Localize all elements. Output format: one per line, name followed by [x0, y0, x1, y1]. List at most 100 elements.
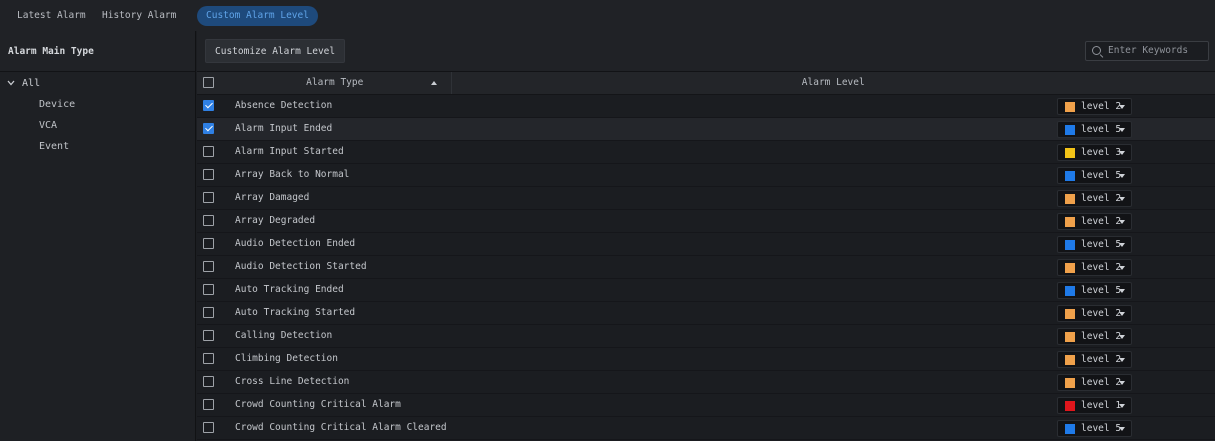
- level-value: level 5: [1081, 169, 1122, 181]
- alarm-type-cell: Alarm Input Ended: [235, 123, 333, 134]
- row-check-cell: [197, 232, 219, 255]
- table-row[interactable]: Array Damaged level 2: [197, 186, 1215, 209]
- dropdown-arrow-icon: [1119, 426, 1125, 431]
- row-checkbox[interactable]: [202, 375, 214, 387]
- dropdown-arrow-icon: [1119, 265, 1125, 270]
- row-checkbox[interactable]: [202, 260, 214, 272]
- level-select[interactable]: level 5: [1057, 419, 1132, 437]
- level-value: level 5: [1081, 284, 1122, 296]
- chevron-down-icon[interactable]: [7, 74, 16, 94]
- alarm-type-cell: Auto Tracking Ended: [235, 284, 344, 295]
- row-checkbox[interactable]: [202, 168, 214, 180]
- select-all-checkbox[interactable]: [202, 77, 214, 89]
- search-input[interactable]: Enter Keywords: [1085, 41, 1209, 61]
- level-select[interactable]: level 5: [1057, 235, 1132, 253]
- row-checkbox[interactable]: [202, 421, 214, 433]
- table-row[interactable]: Calling Detection level 2: [197, 324, 1215, 347]
- level-select[interactable]: level 2: [1057, 258, 1132, 276]
- level-select[interactable]: level 5: [1057, 281, 1132, 299]
- level-value: level 2: [1081, 100, 1122, 112]
- table-row[interactable]: Climbing Detection level 2: [197, 347, 1215, 370]
- row-checkbox[interactable]: [202, 145, 214, 157]
- table-row[interactable]: Audio Detection Started level 2: [197, 255, 1215, 278]
- row-checkbox[interactable]: [202, 283, 214, 295]
- level-select[interactable]: level 2: [1057, 97, 1132, 115]
- tree-node-all[interactable]: All: [0, 74, 195, 94]
- tree-node-device[interactable]: Device: [0, 94, 195, 115]
- level-select[interactable]: level 5: [1057, 120, 1132, 138]
- row-checkbox[interactable]: [202, 191, 214, 203]
- alarm-level-cell: level 5: [451, 278, 1215, 301]
- table-row[interactable]: Absence Detection level 2: [197, 94, 1215, 117]
- row-check-cell: [197, 347, 219, 370]
- alarm-level-cell: level 1: [451, 393, 1215, 416]
- table-row[interactable]: Alarm Input Started level 3: [197, 140, 1215, 163]
- level-select[interactable]: level 5: [1057, 166, 1132, 184]
- row-checkbox[interactable]: [202, 398, 214, 410]
- tree-node-label: All: [22, 78, 41, 89]
- alarm-type-cell: Climbing Detection: [235, 353, 338, 364]
- tab-custom-alarm-level[interactable]: Custom Alarm Level: [197, 6, 318, 26]
- dropdown-arrow-icon: [1119, 311, 1125, 316]
- table-row[interactable]: Cross Line Detection level 2: [197, 370, 1215, 393]
- row-checkbox[interactable]: [202, 306, 214, 318]
- alarm-level-table: Alarm Type Alarm Level Absence Detection…: [197, 72, 1215, 440]
- table-header: Alarm Type Alarm Level: [197, 72, 1215, 95]
- customize-alarm-level-button[interactable]: Customize Alarm Level: [205, 39, 346, 63]
- sort-ascending-icon[interactable]: [430, 81, 437, 85]
- row-checkbox[interactable]: [202, 237, 214, 249]
- alarm-level-cell: level 5: [451, 163, 1215, 186]
- row-checkbox[interactable]: [202, 352, 214, 364]
- row-checkbox[interactable]: [202, 214, 214, 226]
- row-check-cell: [197, 117, 219, 140]
- level-value: level 2: [1081, 307, 1122, 319]
- table-row[interactable]: Array Degraded level 2: [197, 209, 1215, 232]
- table-row[interactable]: Audio Detection Ended level 5: [197, 232, 1215, 255]
- level-select[interactable]: level 1: [1057, 396, 1132, 414]
- level-select[interactable]: level 2: [1057, 327, 1132, 345]
- table-row[interactable]: Auto Tracking Started level 2: [197, 301, 1215, 324]
- level-value: level 2: [1081, 261, 1122, 273]
- table-row[interactable]: Crowd Counting Critical Alarm level 1: [197, 393, 1215, 416]
- level-color-swatch: [1065, 170, 1075, 181]
- level-color-swatch: [1065, 400, 1075, 411]
- panel-title: Alarm Main Type: [0, 31, 195, 72]
- dropdown-arrow-icon: [1119, 334, 1125, 339]
- table-row[interactable]: Crowd Counting Critical Alarm Cleared lev…: [197, 416, 1215, 439]
- row-check-cell: [197, 301, 219, 324]
- level-select[interactable]: level 2: [1057, 304, 1132, 322]
- level-select[interactable]: level 2: [1057, 189, 1132, 207]
- row-check-cell: [197, 140, 219, 163]
- tree-node-vca[interactable]: VCA: [0, 115, 195, 136]
- alarm-level-cell: level 2: [451, 370, 1215, 393]
- level-select[interactable]: level 2: [1057, 350, 1132, 368]
- tree-node-event[interactable]: Event: [0, 136, 195, 157]
- row-checkbox[interactable]: [202, 329, 214, 341]
- table-row[interactable]: Auto Tracking Ended level 5: [197, 278, 1215, 301]
- row-checkbox[interactable]: [202, 99, 214, 111]
- level-color-swatch: [1065, 423, 1075, 434]
- row-check-cell: [197, 393, 219, 416]
- alarm-type-cell: Auto Tracking Started: [235, 307, 356, 318]
- row-checkbox[interactable]: [202, 122, 214, 134]
- alarm-level-cell: level 2: [451, 301, 1215, 324]
- tab-latest-alarm[interactable]: Latest Alarm: [8, 6, 95, 26]
- tab-history-alarm[interactable]: History Alarm: [93, 6, 185, 26]
- dropdown-arrow-icon: [1119, 403, 1125, 408]
- level-color-swatch: [1065, 216, 1075, 227]
- tab-bar: Latest Alarm History Alarm Custom Alarm …: [0, 0, 1215, 31]
- table-row[interactable]: Alarm Input Ended level 5: [197, 117, 1215, 140]
- alarm-type-header[interactable]: Alarm Type: [219, 72, 452, 95]
- dropdown-arrow-icon: [1119, 288, 1125, 293]
- row-check-cell: [197, 186, 219, 209]
- level-value: level 1: [1081, 399, 1122, 411]
- level-select[interactable]: level 2: [1057, 212, 1132, 230]
- toolbar: Customize Alarm Level Enter Keywords: [197, 31, 1215, 72]
- alarm-level-cell: level 5: [451, 117, 1215, 140]
- level-value: level 3: [1081, 146, 1122, 158]
- row-check-cell: [197, 163, 219, 186]
- table-row[interactable]: Array Back to Normal level 5: [197, 163, 1215, 186]
- level-select[interactable]: level 3: [1057, 143, 1132, 161]
- level-select[interactable]: level 2: [1057, 373, 1132, 391]
- row-check-cell: [197, 324, 219, 347]
